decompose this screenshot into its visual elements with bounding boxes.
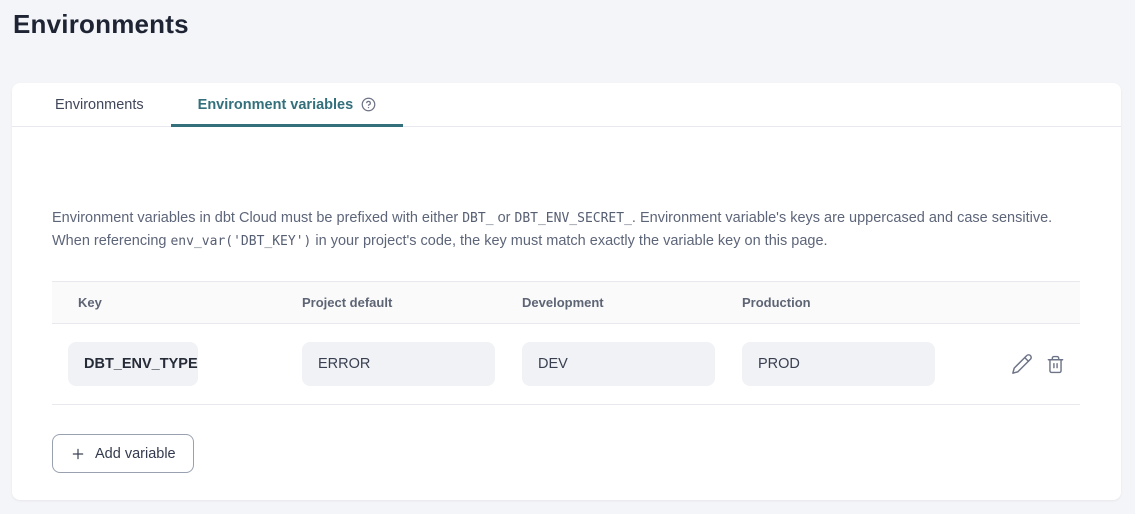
tab-bar: Environments Environment variables: [12, 83, 1121, 127]
table-row: DBT_ENV_TYPE ERROR DEV PROD: [52, 324, 1080, 405]
add-variable-button[interactable]: Add variable: [52, 434, 194, 473]
cell-project-default: ERROR: [302, 342, 522, 386]
key-value-pill: DBT_ENV_TYPE: [68, 342, 198, 386]
add-variable-label: Add variable: [95, 446, 176, 462]
env-vars-description: Environment variables in dbt Cloud must …: [52, 207, 1078, 253]
delete-variable-button[interactable]: [1046, 355, 1065, 374]
description-text: in your project's code, the key must mat…: [311, 233, 827, 249]
tab-environment-variables-label: Environment variables: [198, 97, 354, 113]
code-dbt-env-secret-prefix: DBT_ENV_SECRET_: [515, 211, 632, 226]
tab-environments-label: Environments: [55, 97, 144, 113]
cell-actions: [960, 353, 1080, 375]
help-circle-icon[interactable]: [361, 97, 376, 112]
column-header-production: Production: [742, 295, 960, 310]
environments-card: Environments Environment variables Envir…: [12, 83, 1121, 500]
tab-environments[interactable]: Environments: [28, 83, 171, 126]
description-text: or: [494, 210, 515, 226]
production-value-pill: PROD: [742, 342, 935, 386]
pencil-icon: [1011, 353, 1033, 375]
env-vars-table: Key Project default Development Producti…: [52, 281, 1080, 405]
code-env-var-example: env_var('DBT_KEY'): [170, 234, 311, 249]
column-header-project-default: Project default: [302, 295, 522, 310]
edit-variable-button[interactable]: [1011, 353, 1033, 375]
tab-environment-variables[interactable]: Environment variables: [171, 83, 404, 126]
cell-production: PROD: [742, 342, 960, 386]
column-header-development: Development: [522, 295, 742, 310]
trash-icon: [1046, 355, 1065, 374]
plus-icon: [70, 446, 86, 462]
code-dbt-prefix: DBT_: [462, 211, 493, 226]
column-header-key: Key: [52, 295, 302, 310]
page-title: Environments: [13, 9, 189, 40]
cell-development: DEV: [522, 342, 742, 386]
project-default-value-pill: ERROR: [302, 342, 495, 386]
cell-key: DBT_ENV_TYPE: [52, 342, 302, 386]
table-header-row: Key Project default Development Producti…: [52, 281, 1080, 324]
tab-panel-environment-variables: Environment variables in dbt Cloud must …: [12, 207, 1121, 473]
description-text: Environment variables in dbt Cloud must …: [52, 210, 462, 226]
development-value-pill: DEV: [522, 342, 715, 386]
